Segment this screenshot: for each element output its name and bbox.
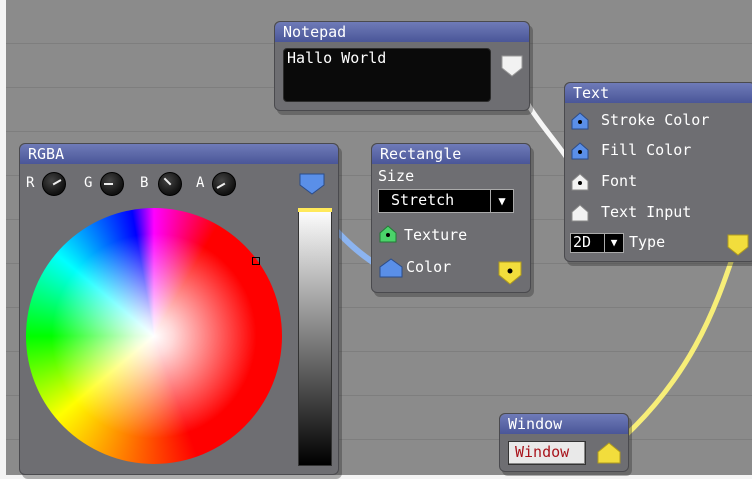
texture-pin[interactable] xyxy=(378,224,398,244)
notepad-node[interactable]: Notepad Hallo World xyxy=(274,21,530,111)
color-picker-marker[interactable] xyxy=(252,257,260,265)
chevron-down-icon[interactable]: ▼ xyxy=(604,234,623,252)
notepad-output-pin[interactable] xyxy=(499,52,525,78)
size-label: Size xyxy=(378,167,415,185)
g-knob-label: G xyxy=(84,175,93,191)
texture-label: Texture xyxy=(404,226,468,244)
r-knob-label: R xyxy=(26,175,35,191)
window-button[interactable]: Window xyxy=(508,441,586,465)
notepad-node-title[interactable]: Notepad xyxy=(275,22,529,42)
rectangle-output-pin[interactable] xyxy=(496,258,524,286)
b-knob[interactable] xyxy=(158,172,182,196)
window-button-label: Window xyxy=(515,443,570,461)
g-knob[interactable] xyxy=(100,172,124,196)
rectangle-node-title[interactable]: Rectangle xyxy=(372,144,530,164)
size-select[interactable]: Stretch ▼ xyxy=(378,189,514,213)
a-knob-label: A xyxy=(196,175,205,191)
brightness-slider-handle[interactable] xyxy=(298,208,332,212)
type-select[interactable]: 2D ▼ xyxy=(570,233,624,253)
type-label: Type xyxy=(629,233,666,251)
notepad-text: Hallo World xyxy=(287,49,387,67)
size-select-value: Stretch xyxy=(391,191,455,209)
font-pin[interactable] xyxy=(570,172,590,192)
brightness-slider[interactable] xyxy=(298,208,332,466)
text-node[interactable]: Text Stroke Color Fill Color Font Text I… xyxy=(564,82,752,262)
window-node[interactable]: Window Window xyxy=(499,413,629,472)
text-output-pin[interactable] xyxy=(725,231,751,257)
stroke-color-pin[interactable] xyxy=(570,111,590,131)
link-text-to-window[interactable] xyxy=(610,249,738,450)
text-input-pin[interactable] xyxy=(570,203,590,223)
type-select-value: 2D xyxy=(573,233,592,251)
rgba-output-pin[interactable] xyxy=(298,170,326,196)
rgba-node-title[interactable]: RGBA xyxy=(20,144,338,164)
color-wheel[interactable] xyxy=(26,208,282,464)
color-pin[interactable] xyxy=(378,257,404,279)
chevron-down-icon[interactable]: ▼ xyxy=(490,190,513,212)
window-node-title[interactable]: Window xyxy=(500,414,628,434)
window-input-pin[interactable] xyxy=(596,441,622,465)
fill-color-label: Fill Color xyxy=(601,141,692,159)
a-knob[interactable] xyxy=(212,172,236,196)
stroke-color-label: Stroke Color xyxy=(601,111,710,129)
rgba-node[interactable]: RGBA R G B A xyxy=(19,143,339,475)
r-knob[interactable] xyxy=(42,172,66,196)
b-knob-label: B xyxy=(140,175,149,191)
text-input-label: Text Input xyxy=(601,203,692,221)
notepad-text-area[interactable]: Hallo World xyxy=(283,48,491,102)
font-label: Font xyxy=(601,172,638,190)
rectangle-node[interactable]: Rectangle Size Stretch ▼ Texture Color xyxy=(371,143,531,293)
fill-color-pin[interactable] xyxy=(570,141,590,161)
text-node-title[interactable]: Text xyxy=(565,83,752,103)
color-label: Color xyxy=(406,258,452,276)
